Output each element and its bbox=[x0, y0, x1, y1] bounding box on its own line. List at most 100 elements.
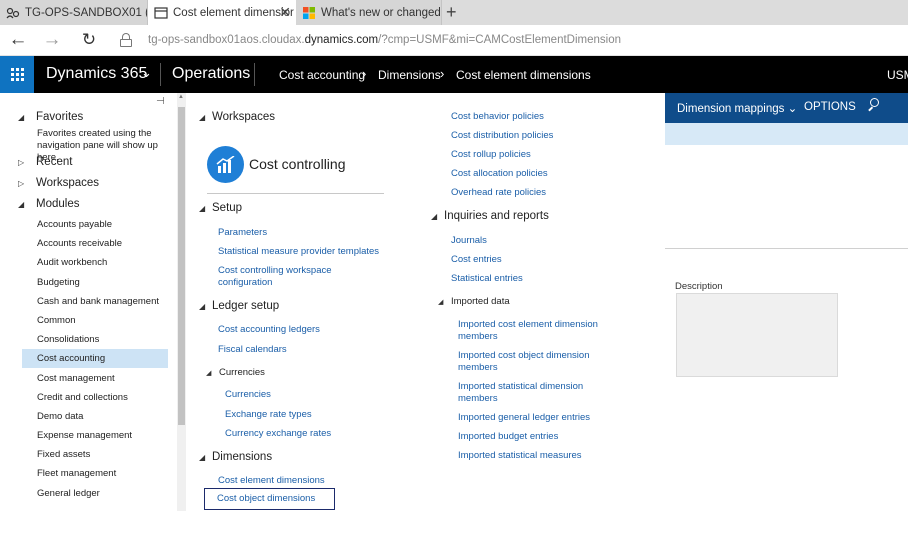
back-icon[interactable]: ← bbox=[6, 29, 30, 51]
divider bbox=[160, 63, 161, 86]
link-statistical-entries[interactable]: Statistical entries bbox=[451, 273, 523, 285]
chevron-right-icon: › bbox=[362, 66, 367, 81]
browser-tab-whats-new[interactable]: What's new or changed in D bbox=[296, 0, 442, 25]
divider bbox=[207, 193, 384, 194]
link-journals[interactable]: Journals bbox=[451, 235, 487, 247]
scrollbar-thumb[interactable] bbox=[178, 107, 185, 425]
lock-icon bbox=[120, 33, 132, 47]
module-item[interactable]: Audit workbench bbox=[22, 253, 168, 272]
module-item[interactable]: Accounts receivable bbox=[22, 234, 168, 253]
collapse-icon: ◢ bbox=[199, 302, 206, 311]
module-item[interactable]: Cash and bank management bbox=[22, 292, 168, 311]
link-imported-statistical-measures[interactable]: Imported statistical measures bbox=[458, 450, 582, 462]
new-tab-button[interactable]: + bbox=[446, 2, 457, 23]
link-imported-statistical-dimension-members[interactable]: Imported statistical dimension members bbox=[458, 381, 608, 405]
scroll-up-icon[interactable]: ▲ bbox=[178, 94, 184, 100]
tab-title: What's new or changed in D bbox=[321, 6, 441, 19]
menu-subheader-currencies[interactable]: ◢ Currencies bbox=[206, 367, 265, 378]
module-item[interactable]: Common bbox=[22, 311, 168, 330]
collapse-icon: ◢ bbox=[18, 113, 25, 122]
link-cost-element-dimensions[interactable]: Cost element dimensions bbox=[218, 475, 325, 487]
link-cost-behavior-policies[interactable]: Cost behavior policies bbox=[451, 111, 544, 123]
module-item[interactable]: Consolidations bbox=[22, 330, 168, 349]
link-currency-exchange-rates[interactable]: Currency exchange rates bbox=[225, 428, 331, 440]
link-cost-object-dimensions[interactable]: Cost object dimensions bbox=[204, 488, 335, 510]
nav-recent[interactable]: ▷ Recent bbox=[0, 156, 72, 168]
link-cost-allocation-policies[interactable]: Cost allocation policies bbox=[451, 168, 548, 180]
company-picker[interactable]: USM bbox=[887, 68, 908, 82]
nav-pane-scrollbar[interactable]: ▲ bbox=[177, 93, 186, 511]
menu-header-workspaces[interactable]: ◢ Workspaces bbox=[199, 111, 275, 123]
link-cost-distribution-policies[interactable]: Cost distribution policies bbox=[451, 130, 553, 142]
module-item[interactable]: Budgeting bbox=[22, 273, 168, 292]
module-item[interactable]: Credit and collections bbox=[22, 388, 168, 407]
people-icon bbox=[6, 6, 20, 20]
collapse-icon: ◢ bbox=[199, 204, 206, 213]
expand-icon: ▷ bbox=[18, 179, 25, 188]
module-item[interactable]: Expense management bbox=[22, 426, 168, 445]
app-launcher-icon[interactable] bbox=[0, 56, 34, 93]
refresh-icon[interactable]: ↻ bbox=[77, 29, 101, 51]
breadcrumb-cost-accounting[interactable]: Cost accounting bbox=[279, 68, 365, 82]
link-imported-cost-element-dimension-members[interactable]: Imported cost element dimension members bbox=[458, 319, 608, 343]
tab-title: Cost element dimensior bbox=[173, 6, 294, 19]
collapse-icon: ◢ bbox=[206, 370, 212, 377]
workspace-tile-label[interactable]: Cost controlling bbox=[249, 156, 346, 172]
link-overhead-rate-policies[interactable]: Overhead rate policies bbox=[451, 187, 546, 199]
microsoft-icon bbox=[302, 6, 316, 20]
tab-title: TG-OPS-SANDBOX01 (Dyna bbox=[25, 6, 147, 19]
divider bbox=[254, 63, 255, 86]
menu-header-ledger-setup[interactable]: ◢ Ledger setup bbox=[199, 300, 279, 312]
link-cost-entries[interactable]: Cost entries bbox=[451, 254, 502, 266]
nav-workspaces[interactable]: ▷ Workspaces bbox=[0, 177, 99, 189]
link-imported-budget-entries[interactable]: Imported budget entries bbox=[458, 431, 558, 443]
breadcrumb-dimensions[interactable]: Dimensions bbox=[378, 68, 441, 82]
nav-modules[interactable]: ◢ Modules bbox=[0, 198, 79, 210]
chevron-down-icon: ⌄ bbox=[787, 103, 798, 115]
link-parameters[interactable]: Parameters bbox=[218, 227, 267, 239]
dimension-mappings-menu[interactable]: Dimension mappings ⌄ bbox=[677, 101, 797, 115]
link-exchange-rate-types[interactable]: Exchange rate types bbox=[225, 409, 312, 421]
collapse-icon: ◢ bbox=[199, 453, 206, 462]
address-bar: ← → ↻ tg-ops-sandbox01aos.cloudax.dynami… bbox=[0, 25, 908, 56]
chevron-down-icon[interactable]: ⌄ bbox=[141, 65, 152, 81]
description-field[interactable] bbox=[676, 293, 838, 377]
link-imported-cost-object-dimension-members[interactable]: Imported cost object dimension members bbox=[458, 350, 608, 374]
link-statistical-measure-provider-templates[interactable]: Statistical measure provider templates bbox=[218, 246, 379, 258]
forward-icon[interactable]: → bbox=[40, 29, 64, 51]
module-item[interactable]: Demo data bbox=[22, 407, 168, 426]
nav-favorites[interactable]: ◢ Favorites bbox=[0, 111, 83, 123]
collapse-icon: ◢ bbox=[431, 212, 438, 221]
options-tab[interactable]: OPTIONS bbox=[804, 101, 856, 113]
navigation-pane: ⊣ ◢ Favorites Favorites created using the… bbox=[0, 93, 187, 511]
module-item[interactable]: Cost management bbox=[22, 369, 168, 388]
link-cost-controlling-workspace-configuration[interactable]: Cost controlling workspace configuration bbox=[218, 265, 344, 289]
module-item[interactable]: Accounts payable bbox=[22, 215, 168, 234]
link-currencies[interactable]: Currencies bbox=[225, 389, 271, 401]
menu-subheader-imported-data[interactable]: ◢ Imported data bbox=[438, 296, 510, 307]
link-cost-accounting-ledgers[interactable]: Cost accounting ledgers bbox=[218, 324, 320, 336]
link-imported-general-ledger-entries[interactable]: Imported general ledger entries bbox=[458, 412, 590, 424]
module-item[interactable]: Fixed assets bbox=[22, 445, 168, 464]
url-field[interactable]: tg-ops-sandbox01aos.cloudax.dynamics.com… bbox=[148, 34, 621, 46]
link-cost-rollup-policies[interactable]: Cost rollup policies bbox=[451, 149, 531, 161]
brand-title[interactable]: Dynamics 365 bbox=[46, 65, 147, 83]
link-fiscal-calendars[interactable]: Fiscal calendars bbox=[218, 344, 287, 356]
collapse-icon: ◢ bbox=[18, 200, 25, 209]
pin-icon[interactable]: ⊣ bbox=[156, 96, 165, 107]
module-item[interactable]: Fleet management bbox=[22, 464, 168, 483]
browser-tab-cost-element[interactable]: Cost element dimensior ✕ bbox=[148, 0, 296, 25]
cost-controlling-tile-icon[interactable] bbox=[207, 146, 244, 183]
close-tab-icon[interactable]: ✕ bbox=[279, 4, 291, 21]
module-item-selected[interactable]: Cost accounting bbox=[22, 349, 168, 368]
app-name: Operations bbox=[172, 65, 251, 82]
menu-header-inquiries-and-reports[interactable]: ◢ Inquiries and reports bbox=[431, 210, 549, 222]
menu-header-setup[interactable]: ◢ Setup bbox=[199, 202, 242, 214]
browser-tab-sandbox[interactable]: TG-OPS-SANDBOX01 (Dyna bbox=[0, 0, 148, 25]
action-pane: Dimension mappings ⌄ OPTIONS bbox=[665, 93, 908, 123]
top-navigation-bar: Dynamics 365 ⌄ Operations Cost accountin… bbox=[0, 56, 908, 93]
search-icon[interactable] bbox=[867, 98, 881, 112]
module-item[interactable]: General ledger bbox=[22, 484, 168, 503]
breadcrumb-cost-element-dimensions[interactable]: Cost element dimensions bbox=[456, 68, 591, 82]
menu-header-dimensions[interactable]: ◢ Dimensions bbox=[199, 451, 272, 463]
